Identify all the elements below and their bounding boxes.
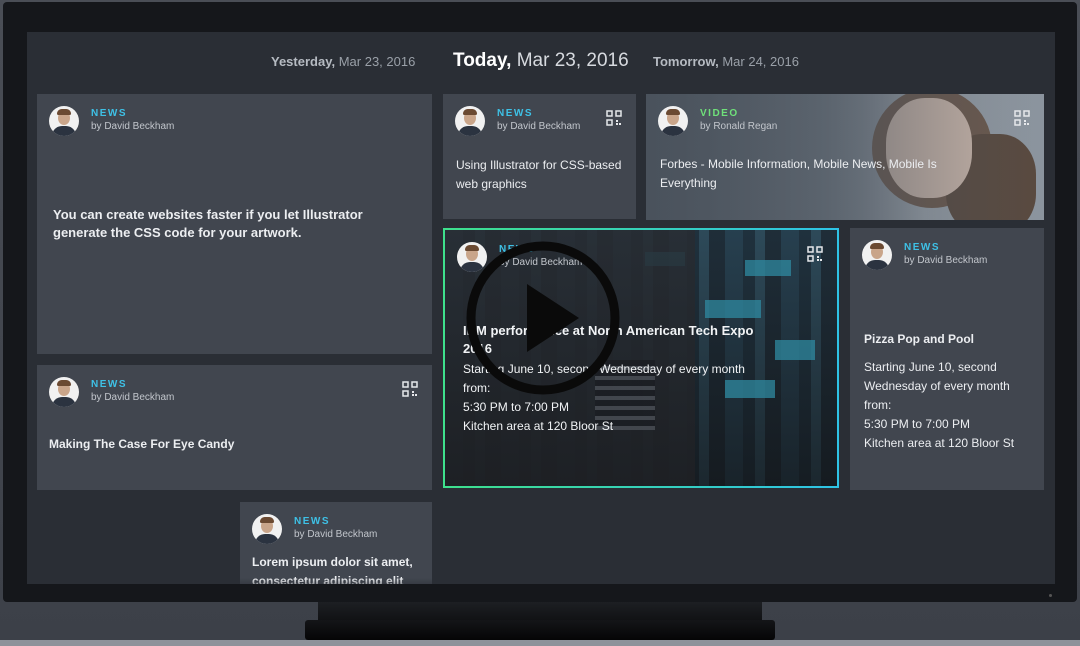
card-text: Forbes - Mobile Information, Mobile News…: [660, 157, 937, 190]
news-card[interactable]: NEWS by David Beckham Making The Case Fo…: [37, 365, 432, 490]
author-avatar: [862, 240, 892, 270]
power-led: [1049, 594, 1052, 597]
date-tomorrow[interactable]: Tomorrow, Mar 24, 2016: [653, 54, 799, 69]
qr-code-icon[interactable]: [606, 110, 622, 126]
play-icon[interactable]: [465, 240, 621, 396]
card-title: Pizza Pop and Pool: [864, 332, 975, 346]
news-card[interactable]: NEWS by David Beckham You can create web…: [37, 94, 432, 354]
author-name: by Ronald Regan: [700, 121, 778, 132]
author-avatar: [49, 377, 79, 407]
floor: [0, 640, 1080, 646]
category-label: VIDEO: [700, 108, 739, 119]
author-name: by David Beckham: [294, 529, 378, 540]
category-label: NEWS: [294, 516, 330, 527]
tv-stand-base: [305, 620, 775, 640]
category-label: NEWS: [497, 108, 533, 119]
category-label: NEWS: [91, 379, 127, 390]
card-text: Using Illustrator for CSS-based web grap…: [456, 158, 622, 191]
news-card[interactable]: NEWS by David Beckham Pizza Pop and Pool…: [850, 228, 1044, 490]
card-details: Starting June 10, second Wednesday of ev…: [864, 360, 1015, 450]
news-card[interactable]: NEWS by David Beckham Lorem ipsum dolor …: [240, 502, 432, 584]
category-label: NEWS: [91, 108, 127, 119]
author-name: by David Beckham: [91, 121, 175, 132]
qr-code-icon[interactable]: [402, 381, 418, 397]
date-yesterday[interactable]: Yesterday, Mar 23, 2016: [271, 54, 415, 69]
author-name: by David Beckham: [91, 392, 175, 403]
author-avatar: [49, 106, 79, 136]
category-label: NEWS: [904, 242, 940, 253]
card-text: Making The Case For Eye Candy: [49, 437, 235, 451]
featured-video-card[interactable]: NEWS by David Beckham IBM performance at…: [443, 228, 839, 488]
qr-code-icon[interactable]: [807, 246, 823, 262]
news-card[interactable]: NEWS by David Beckham Using Illustrator …: [443, 94, 636, 219]
date-today[interactable]: Today, Mar 23, 2016: [453, 50, 629, 72]
date-navigation: Yesterday, Mar 23, 2016 Today, Mar 23, 2…: [27, 50, 1055, 72]
author-avatar: [455, 106, 485, 136]
tv-screen: Yesterday, Mar 23, 2016 Today, Mar 23, 2…: [27, 32, 1055, 584]
author-avatar: [252, 514, 282, 544]
video-card[interactable]: VIDEO by Ronald Regan Forbes - Mobile In…: [646, 94, 1044, 220]
author-name: by David Beckham: [904, 255, 988, 266]
tv-frame: Yesterday, Mar 23, 2016 Today, Mar 23, 2…: [3, 2, 1077, 602]
qr-code-icon[interactable]: [1014, 110, 1030, 126]
author-name: by David Beckham: [497, 121, 581, 132]
author-avatar: [658, 106, 688, 136]
card-text: You can create websites faster if you le…: [53, 207, 363, 240]
